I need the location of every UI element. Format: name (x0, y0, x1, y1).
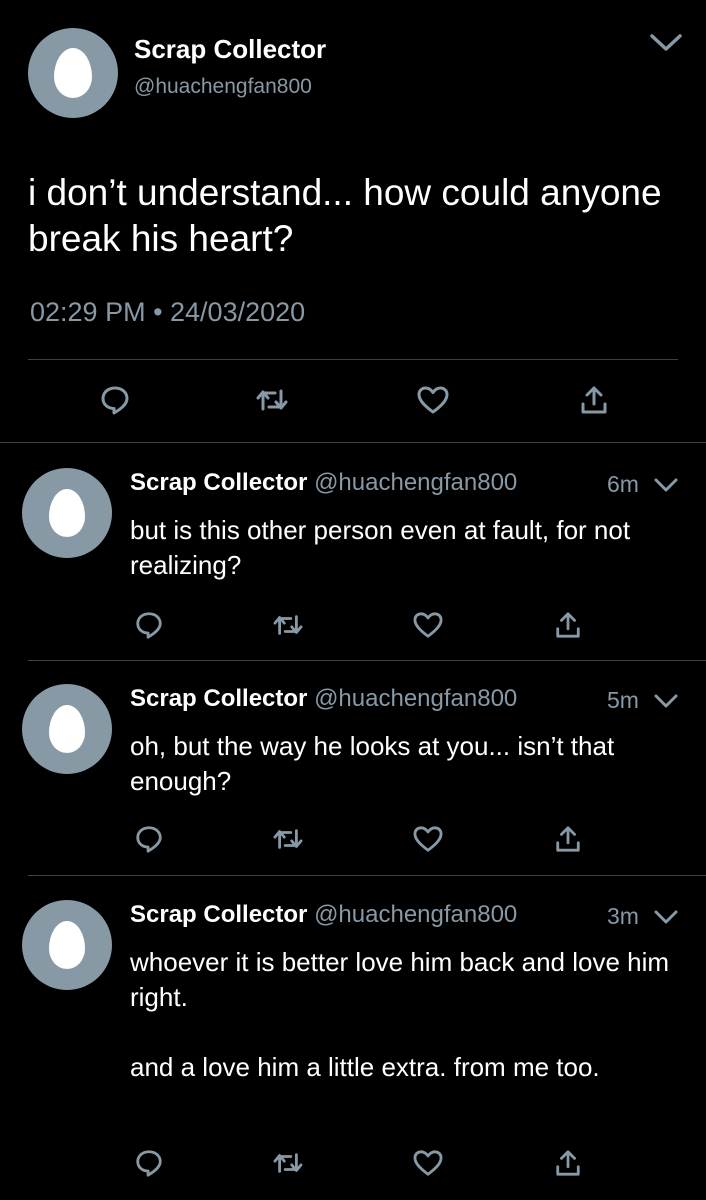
reply-icon[interactable] (129, 819, 169, 859)
divider (28, 359, 678, 360)
tweet-actions (0, 380, 706, 424)
share-icon[interactable] (548, 605, 588, 645)
heart-icon[interactable] (408, 605, 448, 645)
author-handle[interactable]: @huachengfan800 (314, 469, 517, 496)
reply-text: whoever it is better love him back and l… (130, 947, 670, 1082)
default-egg-icon (49, 489, 85, 537)
tweet-text: i don’t understand... how could anyone b… (28, 172, 662, 259)
tweet-actions (0, 1143, 706, 1183)
reply-tweet[interactable]: Scrap Collector @huachengfan800 6m but i… (0, 443, 706, 660)
share-icon[interactable] (574, 380, 614, 420)
chevron-down-icon[interactable] (653, 692, 679, 710)
reply-text: oh, but the way he looks at you... isn’t… (130, 731, 615, 796)
reply-tweet[interactable]: Scrap Collector @huachengfan800 5m oh, b… (0, 659, 706, 875)
author-handle[interactable]: @huachengfan800 (134, 75, 312, 99)
author-name[interactable]: Scrap Collector (134, 34, 326, 65)
reply-tweet[interactable]: Scrap Collector @huachengfan800 3m whoev… (0, 875, 706, 1200)
avatar[interactable] (28, 28, 118, 118)
avatar[interactable] (22, 684, 112, 774)
author-name[interactable]: Scrap Collector (130, 901, 307, 928)
retweet-icon[interactable] (268, 1143, 308, 1183)
reply-time: 5m (607, 687, 639, 713)
reply-icon[interactable] (95, 380, 135, 420)
reply-icon[interactable] (129, 1143, 169, 1183)
reply-time: 3m (607, 903, 639, 929)
author-name[interactable]: Scrap Collector (130, 685, 307, 712)
chevron-down-icon[interactable] (653, 908, 679, 926)
reply-header: Scrap Collector @huachengfan800 (130, 469, 517, 497)
reply-icon[interactable] (129, 605, 169, 645)
retweet-icon[interactable] (268, 819, 308, 859)
chevron-down-icon[interactable] (648, 30, 684, 54)
retweet-icon[interactable] (268, 605, 308, 645)
author-name[interactable]: Scrap Collector (130, 469, 307, 496)
share-icon[interactable] (548, 1143, 588, 1183)
author-handle[interactable]: @huachengfan800 (314, 685, 517, 712)
reply-header: Scrap Collector @huachengfan800 (130, 901, 517, 929)
reply-time: 6m (607, 471, 639, 497)
heart-icon[interactable] (408, 1143, 448, 1183)
retweet-icon[interactable] (252, 380, 292, 420)
avatar[interactable] (22, 468, 112, 558)
author-handle[interactable]: @huachengfan800 (314, 901, 517, 928)
tweet-timestamp[interactable]: 02:29 PM • 24/03/2020 (30, 297, 305, 328)
chevron-down-icon[interactable] (653, 476, 679, 494)
reply-header: Scrap Collector @huachengfan800 (130, 685, 517, 713)
tweet-actions (0, 819, 706, 859)
avatar[interactable] (22, 900, 112, 990)
heart-icon[interactable] (413, 380, 453, 420)
default-egg-icon (49, 921, 85, 969)
tweet-actions (0, 605, 706, 645)
share-icon[interactable] (548, 819, 588, 859)
default-egg-icon (49, 705, 85, 753)
heart-icon[interactable] (408, 819, 448, 859)
reply-text: but is this other person even at fault, … (130, 515, 631, 580)
default-egg-icon (54, 48, 92, 98)
